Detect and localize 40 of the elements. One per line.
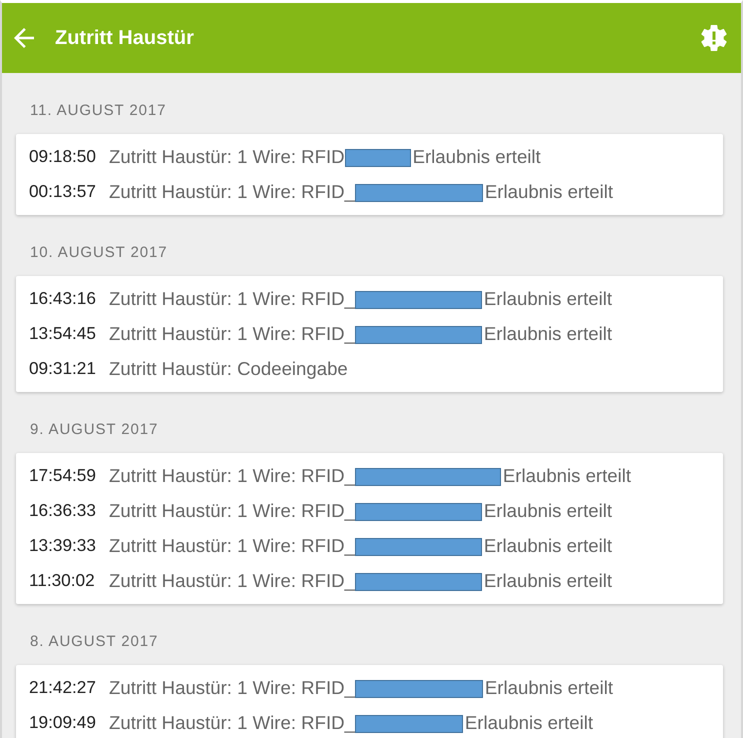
page-title: Zutritt Haustür [55,26,194,50]
event-text: Erlaubnis erteilt [412,146,541,168]
event-text: Erlaubnis erteilt [484,288,612,310]
entry-time: 13:39:33 [29,535,96,555]
entry-time: 11:30:02 [29,570,95,590]
entry-time: 19:09:49 [29,712,96,732]
entry-time: 16:43:16 [29,288,96,308]
entry-time: 09:18:50 [29,146,96,166]
event-text: Erlaubnis erteilt [464,712,594,734]
date-heading: 10. AUGUST 2017 [30,244,168,261]
entry-time: 00:13:57 [29,181,96,201]
event-text: Zutritt Haustür: 1 Wire: RFID_ [109,534,355,556]
event-text: Erlaubnis erteilt [484,676,614,698]
event-text: Erlaubnis erteilt [484,534,612,556]
event-text: Zutritt Haustür: 1 Wire: RFID_ [109,288,355,310]
entry-time: 21:42:27 [29,677,96,697]
event-text: Erlaubnis erteilt [484,500,612,522]
event-text: Zutritt Haustür: 1 Wire: RFID_ [109,464,355,486]
event-text: Erlaubnis erteilt [484,322,612,344]
settings-icon [701,25,727,51]
event-text: Erlaubnis erteilt [484,570,612,592]
event-text: Zutritt Haustür: Codeeingabe [109,358,348,380]
date-heading: 11. AUGUST 2017 [30,102,166,119]
event-text: Zutritt Haustür: 1 Wire: RFID_ [109,180,355,202]
event-text: Zutritt Haustür: 1 Wire: RFID_ [109,570,355,592]
entry-time: 13:54:45 [29,323,96,343]
event-text: Erlaubnis erteilt [502,464,632,486]
event-text: Zutritt Haustür: 1 Wire: RFID_ [109,676,355,698]
entry-time: 16:36:33 [29,500,96,520]
redaction-bar [344,149,411,167]
date-heading: 9. AUGUST 2017 [30,421,158,438]
entry-time: 09:31:21 [29,358,96,378]
arrow-left-icon [14,28,34,48]
entry-time: 17:54:59 [29,465,96,485]
date-heading: 8. AUGUST 2017 [30,633,158,650]
event-text: Zutritt Haustür: 1 Wire: RFID_ [109,322,355,344]
event-text: Erlaubnis erteilt [484,180,614,202]
event-text: Zutritt Haustür: 1 Wire: RFID [109,146,345,168]
event-text: Zutritt Haustür: 1 Wire: RFID_ [109,712,355,734]
event-text: Zutritt Haustür: 1 Wire: RFID_ [109,500,355,522]
